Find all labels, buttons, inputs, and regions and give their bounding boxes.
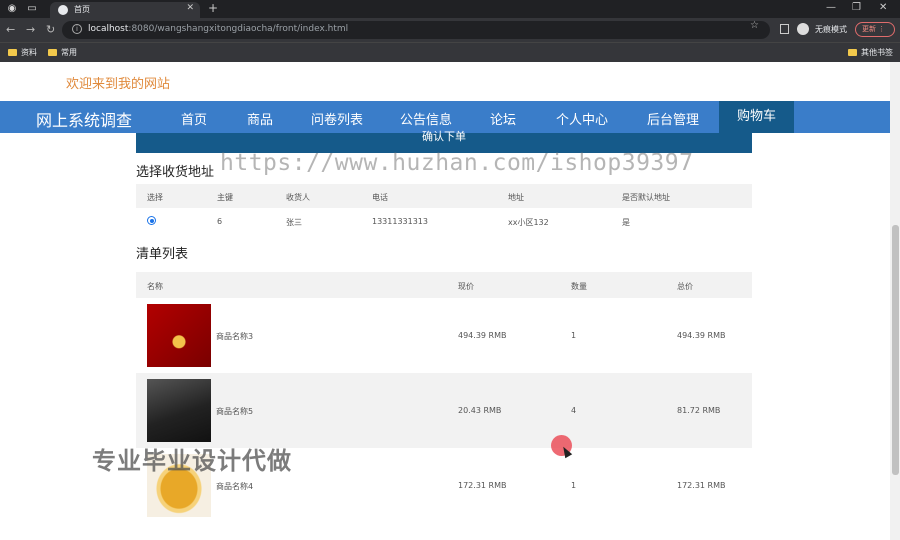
site-brand[interactable]: 网上系统调查	[36, 107, 132, 131]
nav-home[interactable]: 首页	[181, 109, 207, 128]
promo-watermark: 专业毕业设计代做	[92, 447, 292, 475]
incognito-icon	[797, 23, 809, 35]
folder-icon	[48, 49, 57, 56]
nav-profile[interactable]: 个人中心	[556, 109, 608, 128]
url-input[interactable]: i localhost:8080/wangshangxitongdiaocha/…	[62, 21, 770, 39]
address-phone: 13311331313	[372, 217, 428, 226]
nav-forum[interactable]: 论坛	[490, 109, 516, 128]
address-table-header: 选择 主键 收货人 电话 地址 是否默认地址	[136, 184, 752, 208]
list-item[interactable]: 商品名称3 494.39 RMB 1 494.39 RMB	[136, 298, 752, 373]
product-image-laptop[interactable]	[147, 379, 211, 442]
other-bookmarks[interactable]: 其他书签	[848, 47, 893, 58]
browser-tab[interactable]: 首页 ✕	[50, 2, 200, 18]
table-row[interactable]: 6 张三 13311331313 xx小区132 是	[136, 208, 752, 234]
product-total: 172.31 RMB	[677, 481, 726, 490]
chrome-menu-icon[interactable]: ◉	[6, 3, 18, 15]
main-nav: 网上系统调查 首页 商品 问卷列表 公告信息 论坛 个人中心 后台管理 购物车	[0, 101, 890, 133]
folder-icon	[8, 49, 17, 56]
col-name: 名称	[147, 282, 163, 291]
product-price: 172.31 RMB	[458, 481, 507, 490]
close-tab-icon[interactable]: ✕	[186, 3, 194, 13]
col-address: 地址	[508, 193, 524, 202]
restore-icon[interactable]: ❐	[852, 2, 861, 13]
scrollbar-thumb[interactable]	[892, 225, 899, 475]
product-name[interactable]: 商品名称5	[216, 406, 253, 417]
address-id: 6	[217, 217, 223, 226]
col-recipient: 收货人	[286, 193, 310, 202]
product-qty: 1	[571, 481, 577, 490]
col-price: 现价	[458, 282, 474, 291]
items-section-title: 清单列表	[136, 247, 189, 262]
product-qty: 4	[571, 406, 577, 415]
bookmark-folder[interactable]: 常用	[48, 47, 77, 58]
product-image-necklace[interactable]	[147, 304, 211, 367]
forward-icon[interactable]: →	[26, 23, 35, 36]
new-tab-button[interactable]: +	[208, 1, 218, 15]
url-text: localhost:8080/wangshangxitongdiaocha/fr…	[88, 24, 349, 34]
col-default: 是否默认地址	[622, 193, 670, 202]
col-total: 总价	[677, 282, 693, 291]
nav-admin[interactable]: 后台管理	[647, 109, 699, 128]
minimize-icon[interactable]: —	[826, 2, 836, 13]
address-recipient: 张三	[286, 218, 302, 227]
nav-notices[interactable]: 公告信息	[400, 109, 452, 128]
back-icon[interactable]: ←	[6, 23, 15, 36]
col-qty: 数量	[571, 282, 587, 291]
nav-surveys[interactable]: 问卷列表	[311, 109, 363, 128]
reload-icon[interactable]: ↻	[46, 23, 55, 36]
nav-products[interactable]: 商品	[247, 109, 273, 128]
address-bar: ← → ↻ i localhost:8080/wangshangxitongdi…	[0, 18, 900, 42]
site-header: 欢迎来到我的网站	[0, 62, 900, 101]
product-total: 81.72 RMB	[677, 406, 721, 415]
side-panel-icon[interactable]	[780, 24, 789, 34]
bookmarks-bar: 资料 常用 其他书签	[0, 42, 900, 62]
product-total: 494.39 RMB	[677, 331, 726, 340]
tab-overview-icon[interactable]: ▭	[26, 3, 38, 15]
product-price: 494.39 RMB	[458, 331, 507, 340]
tab-title: 首页	[74, 5, 90, 14]
bookmark-folder[interactable]: 资料	[8, 47, 37, 58]
items-table: 名称 现价 数量 总价 商品名称3 494.39 RMB 1 494.39 RM…	[136, 272, 752, 524]
welcome-text: 欢迎来到我的网站	[66, 77, 171, 92]
address-default: 是	[622, 218, 630, 227]
address-table: 选择 主键 收货人 电话 地址 是否默认地址 6 张三 13311331313 …	[136, 184, 752, 234]
product-qty: 1	[571, 331, 577, 340]
list-item[interactable]: 商品名称5 20.43 RMB 4 81.72 RMB	[136, 373, 752, 448]
nav-cart[interactable]: 购物车	[719, 101, 795, 133]
product-name[interactable]: 商品名称4	[216, 481, 253, 492]
address-section-title: 选择收货地址	[136, 165, 215, 180]
col-select: 选择	[147, 193, 163, 202]
product-price: 20.43 RMB	[458, 406, 502, 415]
col-phone: 电话	[372, 193, 388, 202]
globe-icon	[58, 5, 68, 15]
product-name[interactable]: 商品名称3	[216, 331, 253, 342]
items-table-header: 名称 现价 数量 总价	[136, 272, 752, 298]
address-radio[interactable]	[147, 216, 156, 225]
address-text: xx小区132	[508, 218, 549, 227]
folder-icon	[848, 49, 857, 56]
col-id: 主键	[217, 193, 233, 202]
close-window-icon[interactable]: ✕	[879, 2, 887, 13]
update-button[interactable]: 更新 ⋮	[855, 22, 895, 37]
site-info-icon[interactable]: i	[72, 24, 82, 34]
browser-tab-bar: ◉ ▭ 首页 ✕ + — ❐ ✕	[0, 0, 900, 18]
incognito-label: 无痕模式	[815, 25, 847, 34]
bookmark-star-icon[interactable]: ☆	[750, 20, 759, 31]
watermark-url: https://www.huzhan.com/ishop39397	[220, 150, 694, 176]
